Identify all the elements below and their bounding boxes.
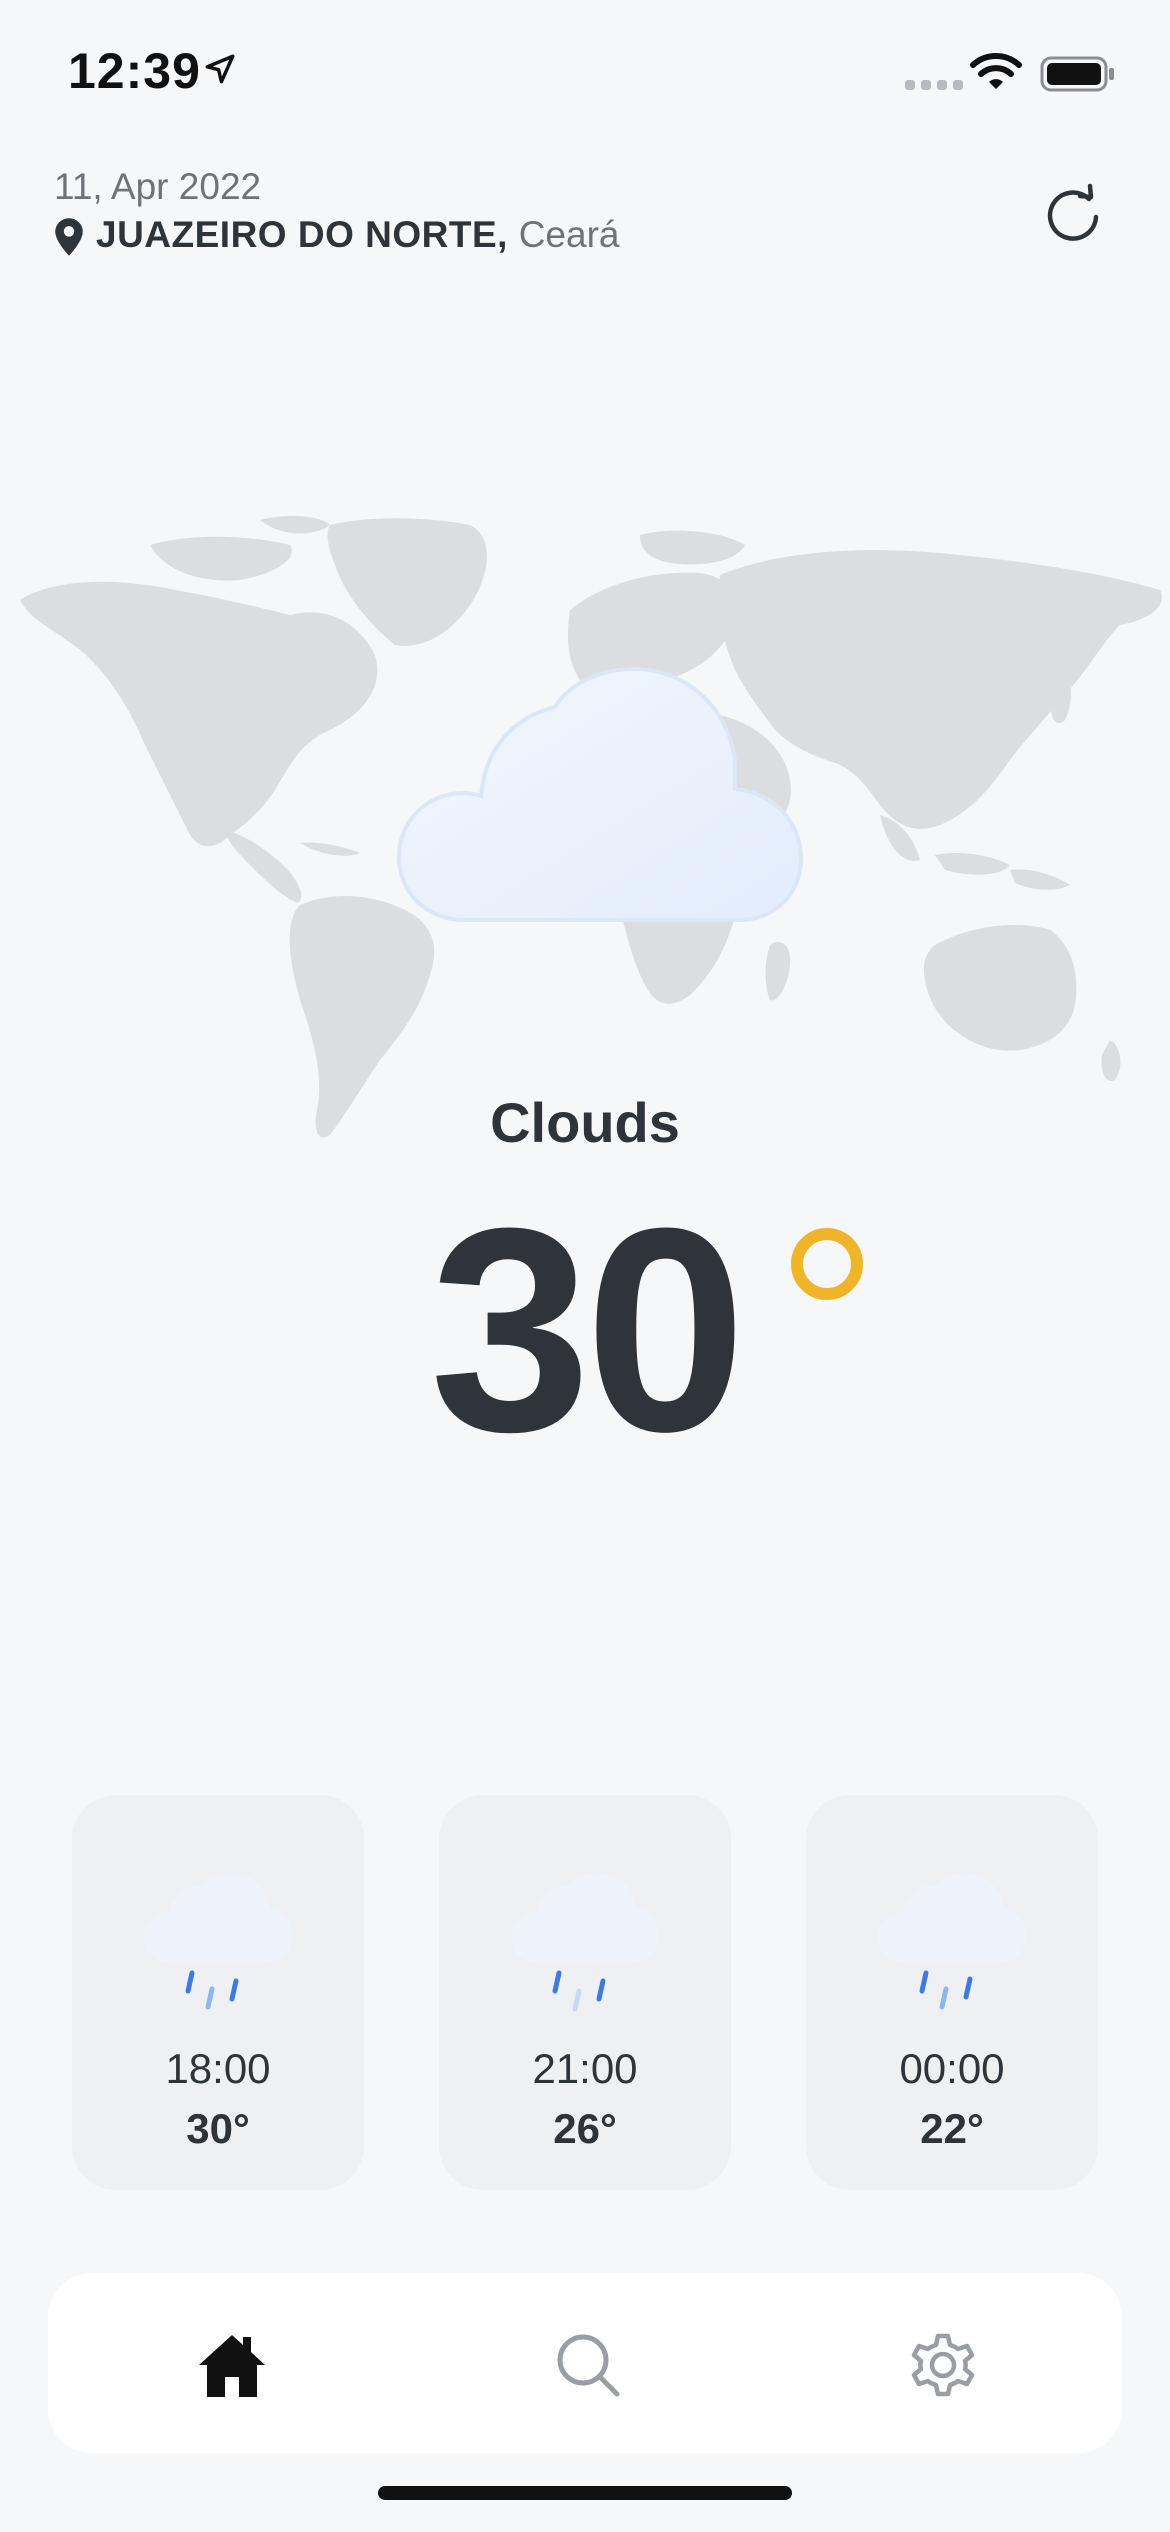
- tab-settings[interactable]: [903, 2325, 983, 2405]
- forecast-card[interactable]: 18:00 30°: [72, 1795, 364, 2190]
- forecast-time: 18:00: [165, 2045, 271, 2092]
- location-pin-icon: [55, 218, 83, 256]
- forecast-time: 00:00: [899, 2045, 1005, 2092]
- battery-icon: [1040, 56, 1114, 92]
- forecast-time: 21:00: [532, 2045, 638, 2092]
- forecast-temp: 26°: [553, 2105, 617, 2152]
- cellular-signal-icon: [905, 80, 963, 90]
- home-indicator: [378, 2486, 792, 2500]
- tab-home[interactable]: [192, 2325, 272, 2405]
- degree-symbol: [791, 1228, 863, 1300]
- wifi-icon: [970, 53, 1022, 89]
- hourly-forecast: 18:00 30° 21:00 26° 00:00 22°: [72, 1795, 1098, 2190]
- forecast-card[interactable]: 00:00 22°: [806, 1795, 1098, 2190]
- tab-bar: [48, 2273, 1122, 2453]
- rain-cloud-icon: [878, 1873, 1026, 2010]
- city-name: JUAZEIRO DO NORTE,: [96, 214, 508, 255]
- current-temperature: 30: [0, 1185, 1170, 1475]
- temperature-value: 30: [429, 1168, 747, 1492]
- forecast-card[interactable]: 21:00 26°: [439, 1795, 731, 2190]
- tab-search[interactable]: [548, 2325, 628, 2405]
- current-date: 11, Apr 2022: [54, 166, 262, 207]
- cloud-icon: [396, 666, 804, 922]
- rain-cloud-icon: [511, 1873, 659, 2012]
- state-name: Ceará: [518, 214, 620, 255]
- rain-cloud-icon: [144, 1873, 292, 2010]
- forecast-temp: 22°: [920, 2105, 984, 2152]
- location-label: JUAZEIRO DO NORTE, Ceará: [96, 214, 619, 256]
- status-bar: 12:39: [0, 0, 1170, 150]
- weather-condition: Clouds: [490, 1091, 680, 1154]
- gear-icon: [911, 2333, 975, 2397]
- status-time: 12:39: [68, 43, 201, 99]
- home-icon: [199, 2335, 265, 2397]
- forecast-temp: 30°: [186, 2105, 250, 2152]
- search-icon: [557, 2334, 620, 2397]
- refresh-button[interactable]: [1040, 182, 1106, 248]
- location-arrow-icon: [205, 54, 235, 84]
